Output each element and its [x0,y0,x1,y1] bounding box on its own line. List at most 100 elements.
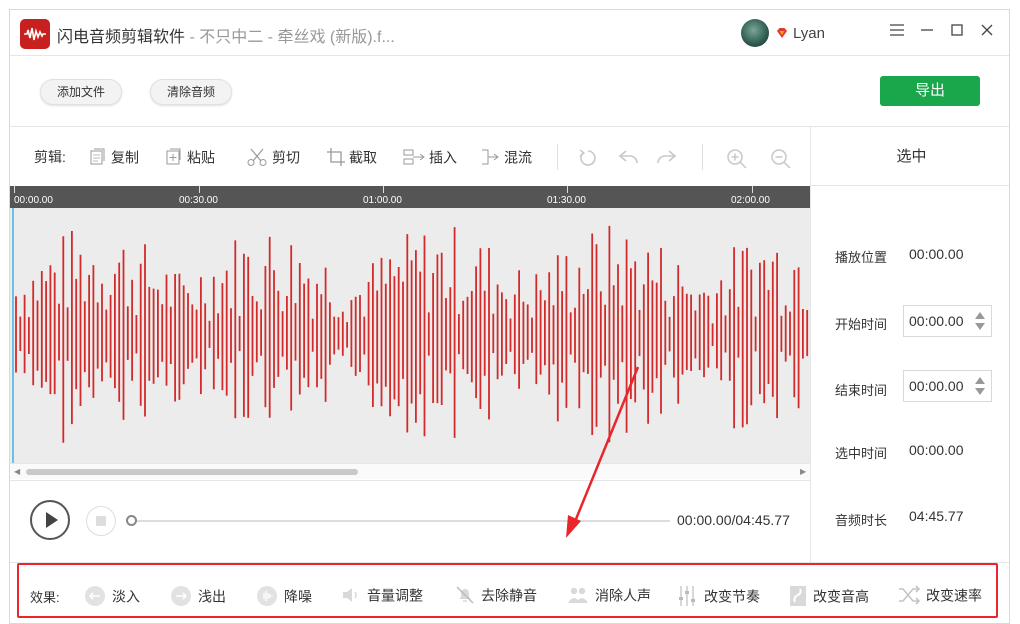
timeline-ruler[interactable]: 00:00.00 00:30.00 01:00.00 01:30.00 02:0… [10,186,810,208]
mix-label: 混流 [504,149,532,166]
fade-out-button[interactable]: 浅出 [170,585,226,611]
remove-silence-button[interactable]: 去除静音 [455,585,537,609]
effects-bar: 效果: 淡入 浅出 降噪 音量调整 去除静音 消除人声 改变节奏 改变音高 改变… [10,562,1009,623]
copy-icon [89,148,107,170]
play-button[interactable] [30,500,70,540]
fade-in-label: 淡入 [112,588,140,605]
undo-icon [618,148,640,170]
scissors-icon [246,148,268,170]
app-logo-icon [20,19,50,49]
zoom-in-button[interactable] [726,148,752,169]
ruler-tick-label: 01:00.00 [363,195,402,206]
duration-value: 04:45.77 [909,508,964,524]
tempo-label: 改变节奏 [704,588,760,605]
vocal-remove-button[interactable]: 消除人声 [567,585,651,609]
increment-icon[interactable] [975,312,985,319]
end-time-value: 00:00.00 [909,378,964,394]
selected-time-label: 选中时间 [835,446,888,461]
fade-out-icon [170,585,192,611]
redo-icon [655,148,677,170]
fade-in-button[interactable]: 淡入 [84,585,140,611]
selection-panel-title: 选中 [811,127,1009,186]
undo-button[interactable] [618,148,644,168]
volume-label: 音量调整 [367,587,423,604]
waveform [12,208,809,463]
edit-toolbar: 剪辑: 复制 粘贴 剪切 截取 插入 混流 [10,127,810,186]
effects-label: 效果: [30,590,60,605]
ruler-tick-label: 01:30.00 [547,195,586,206]
vip-diamond-icon [777,28,787,38]
time-readout: 00:00.00/04:45.77 [677,512,790,528]
speed-button[interactable]: 改变速率 [898,585,982,609]
end-time-stepper[interactable]: 00:00.00 [903,370,992,402]
duration-label: 音频时长 [835,513,888,528]
fade-out-label: 浅出 [198,588,226,605]
insert-button[interactable]: 插入 [403,148,457,168]
pitch-button[interactable]: 改变音高 [789,585,869,611]
hamburger-icon[interactable] [886,21,908,43]
tempo-icon [678,585,698,611]
username[interactable]: Lyan [793,25,825,42]
scroll-left-icon[interactable]: ◀ [14,467,20,476]
selection-panel: 选中 播放位置 00:00.00 开始时间 00:00.00 结束时间 00:0… [810,127,1009,562]
horizontal-scrollbar[interactable]: ◀ ▶ [10,463,810,479]
clear-audio-button[interactable]: 清除音频 [150,79,233,105]
end-time-label: 结束时间 [835,383,888,398]
zoom-in-icon [726,148,748,174]
progress-knob[interactable] [126,515,137,526]
fade-in-icon [84,585,106,611]
insert-icon [403,148,425,170]
app-window: 闪电音频剪辑软件 - 不只中二 - 牵丝戏 (新版).f... Lyan 添加文… [9,9,1010,624]
paste-button[interactable]: 粘贴 [165,148,215,168]
speed-icon [898,585,921,609]
pitch-label: 改变音高 [813,588,869,605]
playback-controls: 00:00.00/04:45.77 [10,480,810,562]
decrement-icon[interactable] [975,323,985,330]
crop-button[interactable]: 截取 [327,148,377,168]
scroll-right-icon[interactable]: ▶ [800,467,806,476]
start-time-value: 00:00.00 [909,313,964,329]
vocal-remove-icon [567,585,589,609]
mute-remove-icon [455,585,475,609]
toolbar-separator [702,144,703,170]
copy-button[interactable]: 复制 [89,148,139,168]
cut-button[interactable]: 剪切 [246,148,300,168]
waveform-area[interactable] [10,208,810,463]
insert-label: 插入 [429,149,457,166]
decrement-icon[interactable] [975,388,985,395]
ruler-tick-label: 00:00.00 [14,195,53,206]
minimize-icon[interactable] [916,21,938,43]
export-button[interactable]: 导出 [880,76,980,106]
progress-track[interactable] [130,520,670,522]
copy-label: 复制 [111,149,139,166]
redo-button[interactable] [655,148,681,168]
remove-silence-label: 去除静音 [481,587,537,604]
start-time-label: 开始时间 [835,317,888,332]
play-position-value: 00:00.00 [909,246,964,262]
increment-icon[interactable] [975,377,985,384]
ruler-tick [383,186,384,193]
scrollbar-thumb[interactable] [26,469,358,475]
mix-button[interactable]: 混流 [480,148,532,168]
crop-icon [327,148,345,170]
stop-button[interactable] [86,506,116,536]
zoom-out-icon [770,148,792,174]
denoise-icon [256,585,278,611]
maximize-icon[interactable] [946,21,968,43]
close-icon[interactable] [976,21,998,43]
reset-icon [578,148,598,172]
tempo-button[interactable]: 改变节奏 [678,585,760,611]
crop-label: 截取 [349,149,377,166]
denoise-button[interactable]: 降噪 [256,585,312,611]
vocal-remove-label: 消除人声 [595,587,651,604]
volume-button[interactable]: 音量调整 [341,585,423,609]
start-time-stepper[interactable]: 00:00.00 [903,305,992,337]
add-file-button[interactable]: 添加文件 [40,79,123,105]
avatar[interactable] [741,19,769,47]
ruler-tick [567,186,568,193]
reset-button[interactable] [578,148,602,168]
zoom-out-button[interactable] [770,148,796,169]
window-title: 闪电音频剪辑软件 - 不只中二 - 牵丝戏 (新版).f... [57,23,395,47]
pitch-icon [789,585,807,611]
ruler-tick [14,186,15,193]
